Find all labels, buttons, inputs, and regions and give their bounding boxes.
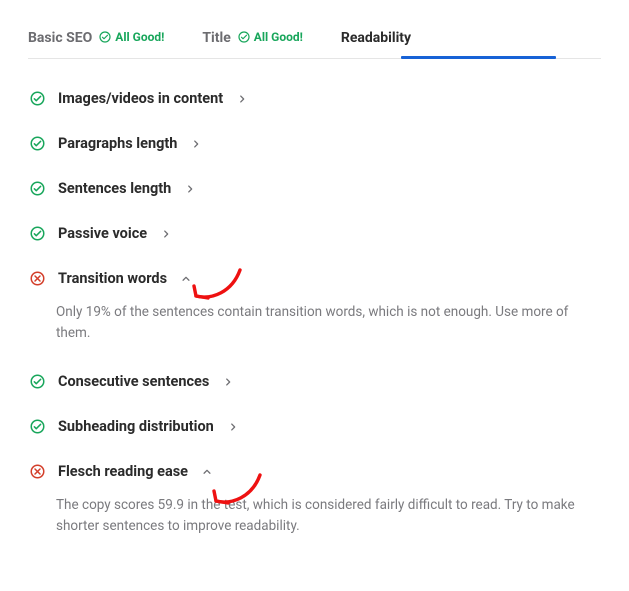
tab-badge: All Good! [238,30,303,45]
check-toggle[interactable]: Consecutive sentences [28,372,601,391]
check-toggle[interactable]: Transition words [28,269,601,288]
active-tab-underline [401,56,556,59]
tab-label: Title [202,30,230,46]
error-circle-icon [28,270,46,288]
chevron-right-icon [185,179,195,198]
check-circle-icon [99,31,111,46]
tab-badge-text: All Good! [254,30,303,44]
readability-checks-list: Images/videos in content Paragraphs leng… [28,77,601,553]
check-toggle[interactable]: Flesch reading ease [28,462,601,481]
check-title: Flesch reading ease [58,463,188,480]
error-circle-icon [28,462,46,480]
check-title: Transition words [58,270,167,287]
check-circle-icon [28,417,46,435]
check-title: Sentences length [58,180,171,197]
tab-badge: All Good! [99,30,164,45]
check-circle-icon [28,372,46,390]
tab-label: Readability [341,30,411,46]
chevron-right-icon [228,417,238,436]
check-toggle[interactable]: Images/videos in content [28,89,601,108]
check-circle-icon [28,180,46,198]
check-toggle[interactable]: Subheading distribution [28,417,601,436]
chevron-right-icon [161,224,171,243]
check-toggle[interactable]: Paragraphs length [28,134,601,153]
check-circle-icon [28,135,46,153]
tabs-bar: Basic SEO All Good! Title All Good! Read… [28,28,601,59]
check-toggle[interactable]: Sentences length [28,179,601,198]
check-description: Only 19% of the sentences contain transi… [56,302,596,344]
tab-badge-text: All Good! [115,30,164,44]
check-title: Subheading distribution [58,418,214,435]
tab-basic-seo[interactable]: Basic SEO All Good! [28,28,164,52]
tab-label: Basic SEO [28,30,92,46]
check-title: Consecutive sentences [58,373,209,390]
check-flesch-reading-ease: Flesch reading ease The copy scores 59.9… [28,450,601,553]
check-sentences-length: Sentences length [28,167,601,212]
check-title: Passive voice [58,225,147,242]
check-consecutive-sentences: Consecutive sentences [28,360,601,405]
check-images-videos: Images/videos in content [28,77,601,122]
check-toggle[interactable]: Passive voice [28,224,601,243]
check-description: The copy scores 59.9 in the test, which … [56,495,596,537]
chevron-right-icon [191,134,201,153]
chevron-up-icon [202,462,212,481]
chevron-up-icon [181,269,191,288]
tab-title[interactable]: Title All Good! [202,28,303,52]
check-subheading-distribution: Subheading distribution [28,405,601,450]
check-title: Paragraphs length [58,135,177,152]
chevron-right-icon [223,372,233,391]
check-title: Images/videos in content [58,90,223,107]
check-paragraphs-length: Paragraphs length [28,122,601,167]
check-transition-words: Transition words Only 19% of the sentenc… [28,257,601,360]
check-circle-icon [28,225,46,243]
tab-readability[interactable]: Readability [341,28,411,52]
check-circle-icon [28,90,46,108]
chevron-right-icon [237,89,247,108]
check-passive-voice: Passive voice [28,212,601,257]
check-circle-icon [238,31,250,46]
